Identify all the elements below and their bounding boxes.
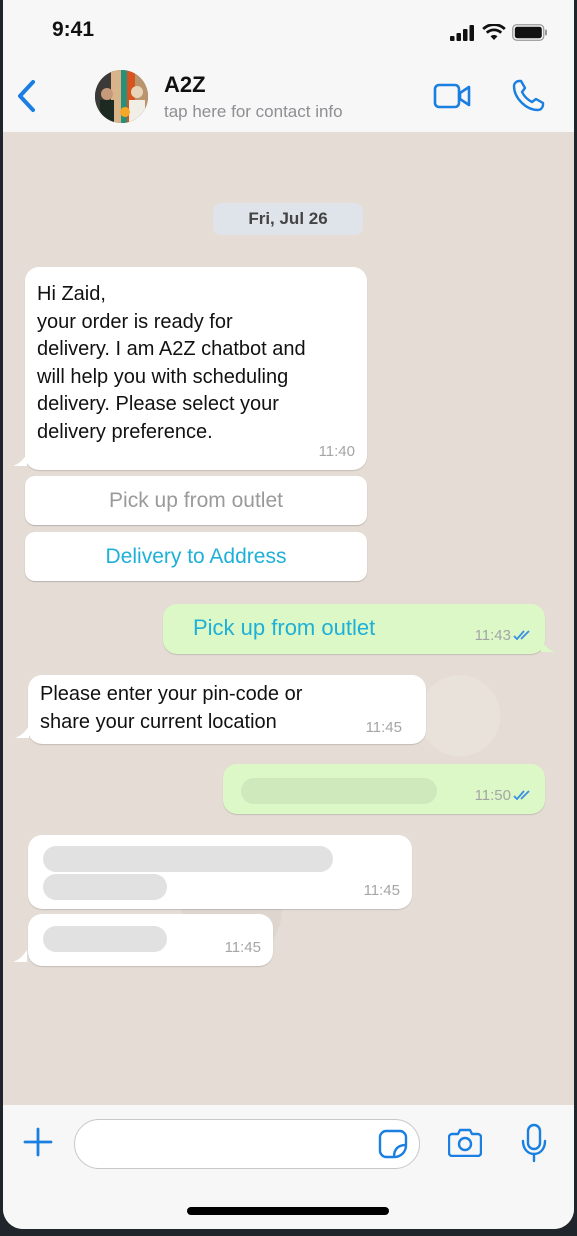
message-input-bar bbox=[3, 1105, 574, 1229]
cellular-signal-icon bbox=[450, 24, 474, 41]
video-call-icon[interactable] bbox=[433, 82, 473, 110]
quick-reply-delivery[interactable]: Delivery to Address bbox=[25, 532, 367, 581]
message-incoming: Please enter your pin-code or share your… bbox=[28, 675, 426, 744]
phone-screen: 9:41 A2Z tap here for contact info Fri, … bbox=[3, 0, 574, 1229]
chat-area[interactable]: Fri, Jul 26 Hi Zaid, your order is ready… bbox=[3, 132, 574, 1105]
message-time: 11:50 bbox=[474, 787, 511, 804]
message-outgoing: Pick up from outlet 11:43 bbox=[163, 604, 545, 654]
redacted-text-placeholder bbox=[43, 874, 167, 900]
camera-icon[interactable] bbox=[448, 1127, 482, 1157]
quick-reply-pickup[interactable]: Pick up from outlet bbox=[25, 476, 367, 525]
bubble-tail bbox=[13, 454, 27, 466]
message-incoming: 11:45 bbox=[28, 835, 412, 909]
message-text: Pick up from outlet bbox=[193, 615, 376, 640]
message-time: 11:45 bbox=[365, 719, 402, 736]
battery-icon bbox=[512, 24, 547, 41]
contact-info-link[interactable]: tap here for contact info bbox=[164, 102, 343, 122]
plus-icon[interactable] bbox=[23, 1127, 53, 1157]
bubble-tail bbox=[541, 640, 555, 652]
message-text: Please enter your pin-code or share your… bbox=[40, 683, 303, 733]
read-ticks-icon bbox=[513, 630, 530, 641]
message-input[interactable] bbox=[74, 1119, 420, 1169]
redacted-text-placeholder bbox=[43, 926, 167, 952]
message-time: 11:45 bbox=[363, 882, 400, 899]
status-bar: 9:41 bbox=[3, 0, 574, 60]
message-time: 11:45 bbox=[224, 939, 261, 956]
wifi-icon bbox=[482, 24, 506, 40]
avatar[interactable] bbox=[95, 70, 148, 123]
chevron-left-icon[interactable] bbox=[15, 78, 41, 114]
message-time: 11:40 bbox=[318, 443, 355, 460]
microphone-icon[interactable] bbox=[521, 1123, 547, 1163]
status-time: 9:41 bbox=[52, 18, 95, 41]
message-time: 11:43 bbox=[474, 627, 511, 644]
bubble-tail bbox=[13, 950, 27, 962]
redacted-text-placeholder bbox=[43, 846, 333, 872]
date-chip: Fri, Jul 26 bbox=[213, 203, 363, 235]
message-outgoing: 11:50 bbox=[223, 764, 545, 814]
message-incoming: Hi Zaid, your order is ready for deliver… bbox=[25, 267, 367, 470]
home-indicator[interactable] bbox=[187, 1207, 389, 1215]
phone-call-icon[interactable] bbox=[510, 78, 546, 114]
bubble-tail bbox=[15, 726, 29, 738]
status-icons bbox=[450, 24, 548, 41]
chat-header: A2Z tap here for contact info bbox=[3, 60, 574, 132]
message-incoming: 11:45 bbox=[28, 914, 273, 966]
message-text: Hi Zaid, your order is ready for deliver… bbox=[37, 283, 306, 443]
sticker-icon[interactable] bbox=[378, 1129, 408, 1159]
read-ticks-icon bbox=[513, 790, 530, 801]
redacted-text-placeholder bbox=[241, 778, 437, 804]
contact-name[interactable]: A2Z bbox=[164, 72, 206, 98]
